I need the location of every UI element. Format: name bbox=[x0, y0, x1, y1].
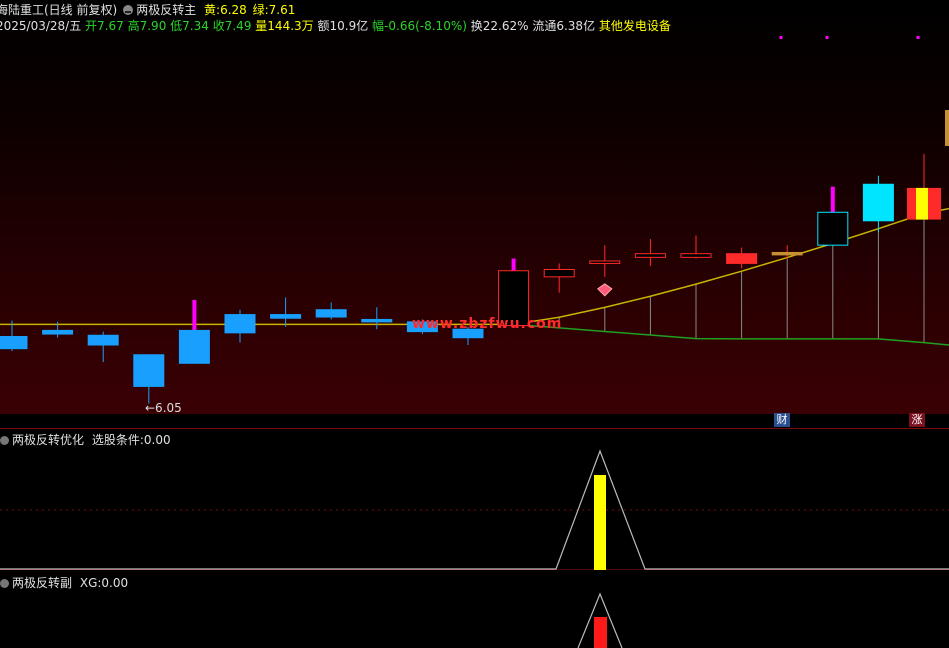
panel2-toggle-icon[interactable] bbox=[0, 436, 9, 445]
quote-turnover: 换22.62% bbox=[470, 19, 529, 33]
alert-dot bbox=[916, 36, 920, 39]
candle-body bbox=[543, 269, 575, 278]
indicator-name[interactable]: 两极反转主 bbox=[136, 3, 196, 17]
quote-close: 收7.49 bbox=[212, 19, 252, 33]
panel2-signal-bar bbox=[594, 475, 606, 570]
chart-header: 海陆重工(日线 前复权) 两极反转主 黄:6.28 绿:7.61 bbox=[0, 1, 295, 18]
candle-body bbox=[361, 318, 393, 323]
green-line bbox=[513, 323, 949, 346]
candle-body bbox=[42, 329, 74, 335]
candle-body bbox=[87, 334, 119, 346]
rise-badge[interactable]: 涨 bbox=[909, 413, 925, 427]
signal-diamond-icon bbox=[597, 283, 613, 297]
quote-low: 低7.34 bbox=[170, 19, 209, 33]
candle-body bbox=[634, 253, 666, 258]
panel3-header: 两极反转副 XG:0.00 bbox=[0, 574, 128, 591]
quote-volume: 量144.3万 bbox=[255, 19, 314, 33]
quote-date: 2025/03/28/五 bbox=[0, 19, 82, 33]
candle-body bbox=[133, 354, 165, 387]
quote-high: 高7.90 bbox=[127, 19, 167, 33]
panel2-chart[interactable] bbox=[0, 446, 949, 570]
candle-body bbox=[771, 251, 803, 256]
candlestick-chart[interactable] bbox=[0, 0, 949, 414]
finance-badge[interactable]: 财 bbox=[774, 413, 790, 427]
yellow-label: 黄: bbox=[204, 3, 221, 17]
quote-row: 2025/03/28/五 开7.67 高7.90 低7.34 收7.49 量14… bbox=[0, 17, 671, 34]
watermark: www.zbzfwu.com bbox=[412, 316, 563, 332]
panel3-name[interactable]: 两极反转副 bbox=[12, 576, 72, 590]
panel3-field: XG: bbox=[79, 576, 102, 590]
min-price-label: ←6.05 bbox=[145, 401, 182, 415]
candle-body bbox=[589, 260, 621, 264]
candle-body bbox=[680, 253, 712, 258]
panel3-value: 0.00 bbox=[101, 576, 129, 590]
quote-amount: 额10.9亿 bbox=[317, 19, 369, 33]
candle-body bbox=[0, 335, 28, 350]
candle-body bbox=[270, 314, 302, 319]
yellow-line bbox=[513, 207, 949, 326]
candle-body bbox=[726, 253, 758, 264]
panel3-signal-bar bbox=[594, 617, 607, 648]
candle-body-highlight bbox=[916, 187, 928, 220]
candle-body bbox=[862, 183, 894, 222]
green-label: 绿: bbox=[252, 3, 269, 17]
quote-float-cap: 流通6.38亿 bbox=[532, 19, 596, 33]
quote-open: 开7.67 bbox=[85, 19, 124, 33]
candle-body bbox=[224, 314, 256, 334]
panel3-toggle-icon[interactable] bbox=[0, 579, 9, 588]
stock-title[interactable]: 海陆重工(日线 前复权) bbox=[0, 3, 117, 17]
green-value: 7.61 bbox=[268, 3, 296, 17]
candle-body bbox=[315, 309, 347, 318]
panel2-value: 0.00 bbox=[143, 433, 171, 447]
candle-body bbox=[178, 329, 210, 364]
quote-sector[interactable]: 其他发电设备 bbox=[599, 19, 671, 33]
panel2-name[interactable]: 两极反转优化 bbox=[12, 433, 84, 447]
yellow-value: 6.28 bbox=[220, 3, 247, 17]
panel3-chart[interactable] bbox=[0, 590, 949, 648]
quote-change: 幅-0.66(-8.10%) bbox=[372, 19, 467, 33]
indicator-toggle-icon[interactable] bbox=[123, 5, 134, 15]
alert-dot bbox=[825, 36, 829, 39]
panel2-field: 选股条件: bbox=[91, 433, 144, 447]
alert-dot bbox=[779, 36, 783, 39]
right-edge-marker bbox=[945, 110, 949, 146]
candle-body bbox=[817, 211, 849, 246]
divider-main bbox=[0, 428, 949, 429]
